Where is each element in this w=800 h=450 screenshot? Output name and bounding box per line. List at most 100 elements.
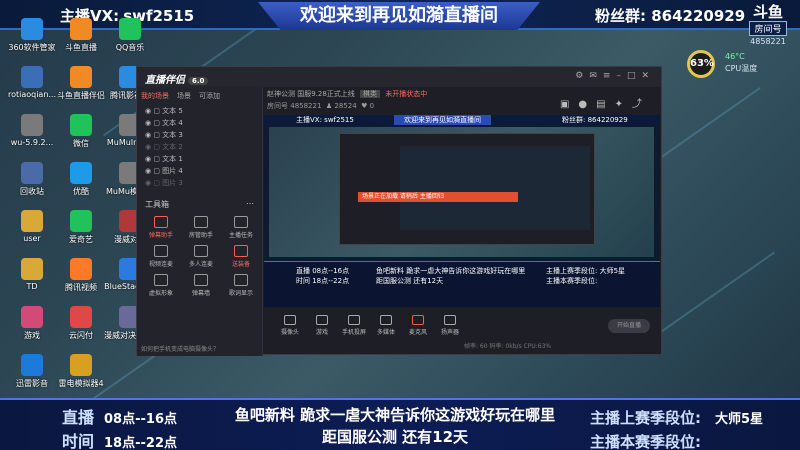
eye-icon[interactable]: ◉ ▢ [145, 167, 162, 175]
layer-item[interactable]: ◉ ▢ 图片 4 [137, 165, 262, 177]
start-live-button[interactable]: 开始直播 [608, 319, 650, 333]
tool-icon [234, 216, 248, 228]
douyu-icon [70, 66, 92, 88]
iqiyi-icon [70, 210, 92, 232]
eye-icon[interactable]: ◉ ▢ [145, 107, 162, 115]
tool-label: 弹幕墙 [191, 290, 210, 297]
desktop-icon[interactable]: user [6, 210, 58, 243]
tool-button[interactable]: 歌词显示 [221, 274, 261, 297]
douyu-icon [70, 18, 92, 40]
scene-tab[interactable]: 场景 [177, 91, 191, 101]
screenshot-icon[interactable]: ▣ [560, 99, 578, 110]
eye-icon[interactable]: ◉ ▢ [145, 131, 162, 139]
layer-item[interactable]: ◉ ▢ 文本 3 [137, 129, 262, 141]
music-icon [119, 18, 141, 40]
eye-icon[interactable]: ◉ ▢ [145, 143, 162, 151]
tool-button[interactable]: 送装备 [221, 245, 261, 268]
desktop-icon[interactable]: wu-5.9.2... [6, 114, 58, 147]
tool-button[interactable]: 弹幕助手 [141, 216, 181, 239]
source-icon [348, 315, 360, 325]
source-button[interactable]: 多媒体 [368, 315, 404, 336]
window-titlebar[interactable]: 直播伴侣 6.0 ⚙✉≡–□✕ [137, 67, 661, 87]
record-icon[interactable]: ● [578, 99, 596, 110]
time-hours: 18点--22点 [104, 436, 177, 450]
source-button[interactable]: 麦克风 [400, 315, 436, 336]
layer-item[interactable]: ◉ ▢ 文本 5 [137, 105, 262, 117]
stream-title[interactable]: 赵神公测 国服9.28正式上线 [267, 90, 355, 98]
desktop-icon[interactable]: 爱奇艺 [55, 210, 107, 245]
tool-button[interactable]: 房管助手 [181, 216, 221, 239]
douyu-logo: 斗鱼 房间号 4858221 [745, 4, 791, 48]
preview-fan-group: 粉丝群: 864220929 [562, 116, 628, 124]
desktop-icon[interactable]: 微信 [55, 114, 107, 149]
tool-button[interactable]: 虚拟形象 [141, 274, 181, 297]
stream-preview[interactable]: 主播VX: swf2515 欢迎来到再见如漪直播间 粉丝群: 864220929… [264, 115, 660, 307]
desktop-icon[interactable]: 360软件管家 [6, 18, 58, 53]
source-button[interactable]: 手机投屏 [336, 315, 372, 336]
source-button[interactable]: 扬声器 [432, 315, 468, 336]
scene-tab[interactable]: 我的场景 [141, 91, 169, 101]
desktop-icon[interactable]: 回收站 [6, 162, 58, 197]
desktop-icon[interactable]: 云闪付 [55, 306, 107, 341]
eye-icon[interactable]: ◉ ▢ [145, 155, 162, 163]
tool-button[interactable]: 视频连麦 [141, 245, 181, 268]
logo-room-label: 房间号 [749, 21, 787, 36]
scene-tabs: 我的场景 场景 可添加 [137, 87, 262, 105]
preview-tools[interactable]: ▣●▤✦⤴ [560, 95, 651, 110]
desktop-icon[interactable]: 腾讯视频 [55, 258, 107, 293]
desktop-icon[interactable]: 优酷 [55, 162, 107, 197]
preview-top-banner: 主播VX: swf2515 欢迎来到再见如漪直播间 粉丝群: 864220929 [264, 115, 660, 125]
desktop-icon[interactable]: QQ音乐 [104, 18, 156, 53]
desktop-icon[interactable]: rotiaoqian... [6, 66, 58, 99]
window-controls[interactable]: ⚙✉≡–□✕ [575, 71, 655, 81]
desktop-icon[interactable]: 迅雷影音 [6, 354, 58, 389]
tool-icon [234, 245, 248, 257]
source-button[interactable]: 摄像头 [272, 315, 308, 336]
minimize-icon[interactable]: – [616, 71, 627, 81]
desktop-icon[interactable]: 斗鱼直播伴侣 [55, 66, 107, 101]
tool-button[interactable]: 主播任务 [221, 216, 261, 239]
source-icon [380, 315, 392, 325]
phone-camera-tip[interactable]: 如何把手机变成电脑摄像头？ [141, 344, 219, 353]
settings-icon[interactable]: ⚙ [575, 71, 589, 81]
desktop-icon[interactable]: 游戏 [6, 306, 58, 341]
layer-label: 文本 5 [162, 107, 183, 115]
source-label: 多媒体 [376, 329, 395, 336]
toolbox-grid: 弹幕助手 房管助手 主播任务视频连麦 多人连麦 送装备虚拟形象 弹幕墙 歌词显示 [137, 214, 262, 299]
likes-count: 0 [369, 102, 375, 110]
desktop-icon-label: user [23, 234, 41, 243]
layer-item[interactable]: ◉ ▢ 文本 1 [137, 153, 262, 165]
layer-item[interactable]: ◉ ▢ 文本 4 [137, 117, 262, 129]
tool-label: 房管助手 [188, 232, 213, 239]
cpu-monitor-widget[interactable]: 63% 46°C CPU温度 [687, 50, 781, 78]
source-button[interactable]: 游戏 [304, 315, 340, 336]
desktop-icon[interactable]: 斗鱼直播 [55, 18, 107, 53]
category-badge[interactable]: 棋类 [360, 90, 381, 98]
close-icon[interactable]: ✕ [641, 71, 655, 81]
tool-icon [194, 245, 208, 257]
desktop-icon-label: 雷电模拟器4 [58, 379, 104, 388]
desktop-icon[interactable]: TD [6, 258, 58, 291]
tool-button[interactable]: 弹幕墙 [181, 274, 221, 297]
source-label: 麦克风 [408, 329, 427, 336]
more-icon[interactable]: ⋯ [246, 199, 254, 208]
source-icon [284, 315, 296, 325]
layer-item[interactable]: ◉ ▢ 文本 2 [137, 141, 262, 153]
message-icon[interactable]: ✉ [589, 71, 603, 81]
layout-icon[interactable]: ▤ [596, 99, 614, 110]
tool-label: 多人连麦 [188, 261, 213, 268]
effects-icon[interactable]: ✦ [615, 99, 632, 110]
eye-icon[interactable]: ◉ ▢ [145, 119, 162, 127]
eye-icon[interactable]: ◉ ▢ [145, 179, 162, 187]
tool-button[interactable]: 多人连麦 [181, 245, 221, 268]
recycle-icon [21, 162, 43, 184]
share-icon[interactable]: ⤴ [632, 99, 651, 110]
scene-tab[interactable]: 可添加 [199, 91, 220, 101]
live-companion-window[interactable]: 直播伴侣 6.0 ⚙✉≡–□✕ 我的场景 场景 可添加 ◉ ▢ 文本 5 ◉ ▢ 文本 … [136, 66, 662, 356]
layer-item[interactable]: ◉ ▢ 图片 3 [137, 177, 262, 189]
maximize-icon[interactable]: □ [627, 71, 642, 81]
menu-icon[interactable]: ≡ [603, 71, 617, 81]
tool-label: 主播任务 [228, 232, 253, 239]
preview-last-season: 主播上赛季段位: 大师5星 [546, 267, 626, 275]
desktop-icon[interactable]: 雷电模拟器4 [55, 354, 107, 389]
